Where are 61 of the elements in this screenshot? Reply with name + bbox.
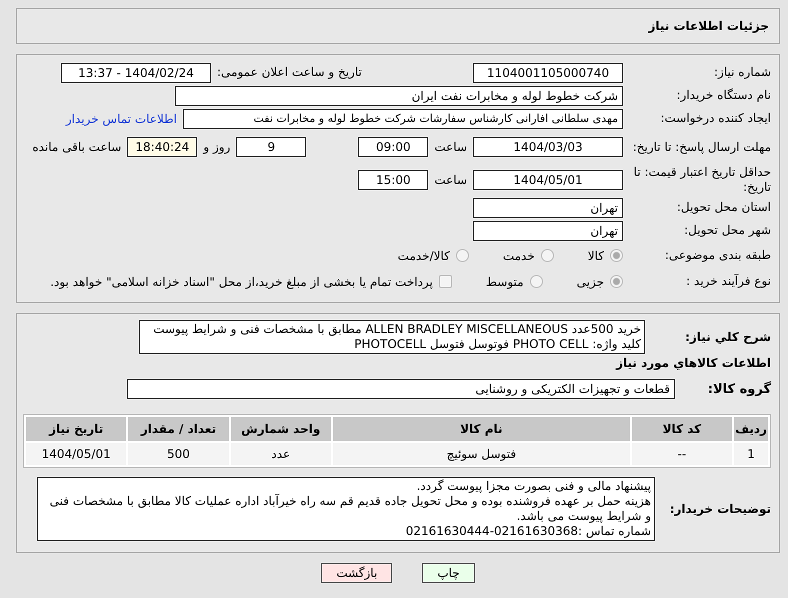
buyer-field: شرکت خطوط لوله و مخابرات نفت ایران <box>175 86 623 106</box>
field-label: نام دستگاه خریدار: <box>676 88 771 103</box>
field-label: حداقل تاریخ اعتبار قیمت: تا تاریخ: <box>632 165 771 195</box>
field-label: ایجاد کننده درخواست: <box>659 111 771 126</box>
date-field: 1404/05/01 <box>473 170 623 190</box>
remaining-time-field: 18:40:24 <box>127 137 198 157</box>
need-number-field: 1104001105000740 <box>473 62 623 82</box>
radio-button[interactable] <box>610 275 623 288</box>
field-label: نوع فرآیند خرید : <box>685 274 771 289</box>
radio-label: متوسط <box>486 274 524 288</box>
table-cell: -- <box>632 443 732 465</box>
notes-textarea: پیشنهاد مالی و فنی بصورت مجزا پیوست گردد. هزینه حمل بر عهده فروشنده بوده و محل تحویل جاده قدیم قم سه راه خیرآباد اداره عملیات کالا مطابق با مشخصات فنی و شرایط پیوست می باشد. شماره تماس :02161630368-02161630444 <box>37 477 655 541</box>
table-cell: عدد <box>230 443 331 465</box>
field-label: تاریخ و ساعت اعلان عمومی: <box>217 65 363 80</box>
date-field: 1404/03/03 <box>473 137 623 157</box>
description-textarea: خرید 500عدد ALLEN BRADLEY MISCELLANEOUS مطابق با مشخصات فنی و شرایط پیوست کلید واژه: PHOTO CELL فوتوسل فتوسل PHOTOCELL <box>139 320 645 354</box>
field-label: شماره نیاز: <box>713 65 771 80</box>
field-label: استان محل تحویل: <box>676 200 771 215</box>
table-cell: 1404/05/01 <box>26 443 126 465</box>
city-field: تهران <box>473 220 623 240</box>
radio-button[interactable] <box>456 249 469 262</box>
time-field: 09:00 <box>358 137 428 157</box>
field-label: توضیحات خریدار: <box>668 502 771 516</box>
goods-group-field: قطعات و تجهیزات الکتریکی و روشنایی <box>127 379 675 399</box>
radio-button[interactable] <box>540 249 554 262</box>
buyer-contact-link[interactable]: اطلاعات تماس خریدار <box>66 112 177 126</box>
back-button[interactable]: بازگشت <box>321 563 392 583</box>
radio-label: کالا <box>588 248 604 262</box>
field-label: ساعت باقی مانده <box>32 140 122 154</box>
radio-label: خدمت <box>502 248 535 262</box>
field-label: شرح کلي نياز: <box>684 330 771 344</box>
province-field: تهران <box>473 198 623 218</box>
field-label: روز و <box>203 140 230 154</box>
column-header: تاریخ نیاز <box>26 417 126 441</box>
radio-button[interactable] <box>610 249 623 262</box>
field-label: شهر محل تحویل: <box>683 223 771 238</box>
column-header: تعداد / مقدار <box>128 417 229 441</box>
time-field: 15:00 <box>358 170 428 190</box>
creator-field: مهدی سلطانی افارانی کارشناس سفارشات شرکت خطوط لوله و مخابرات نفت <box>183 108 623 128</box>
checkbox[interactable] <box>438 275 452 288</box>
table-cell: 500 <box>128 443 229 465</box>
section-heading: اطلاعات کالاهاي مورد نياز <box>616 356 771 370</box>
field-label: ساعت <box>434 140 467 154</box>
column-header: کد کالا <box>632 417 732 441</box>
column-header: واحد شمارش <box>230 417 331 441</box>
field-label: گروه کالا: <box>706 382 771 396</box>
print-button[interactable]: چاپ <box>422 563 475 583</box>
column-header: نام کالا <box>332 417 630 441</box>
announce-date-field: 1404/02/24 - 13:37 <box>61 62 211 82</box>
field-label: مهلت ارسال پاسخ: تا تاریخ: <box>632 140 771 154</box>
radio-button[interactable] <box>530 275 543 288</box>
radio-label: کالا/خدمت <box>398 248 450 262</box>
checkbox-label: پرداخت تمام یا بخشی از مبلغ خرید،از محل "اسناد خزانه اسلامی" خواهد بود. <box>50 274 433 288</box>
page-title: جزئیات اطلاعات نیاز <box>16 8 780 44</box>
days-field: 9 <box>236 137 306 157</box>
table-cell: 1 <box>734 443 768 465</box>
column-header: ردیف <box>734 417 768 441</box>
field-label: ساعت <box>434 173 467 187</box>
table-cell: فتوسل سوئیچ <box>332 443 630 465</box>
field-label: طبقه بندی موضوعی: <box>664 248 771 263</box>
radio-label: جزیی <box>576 274 604 288</box>
